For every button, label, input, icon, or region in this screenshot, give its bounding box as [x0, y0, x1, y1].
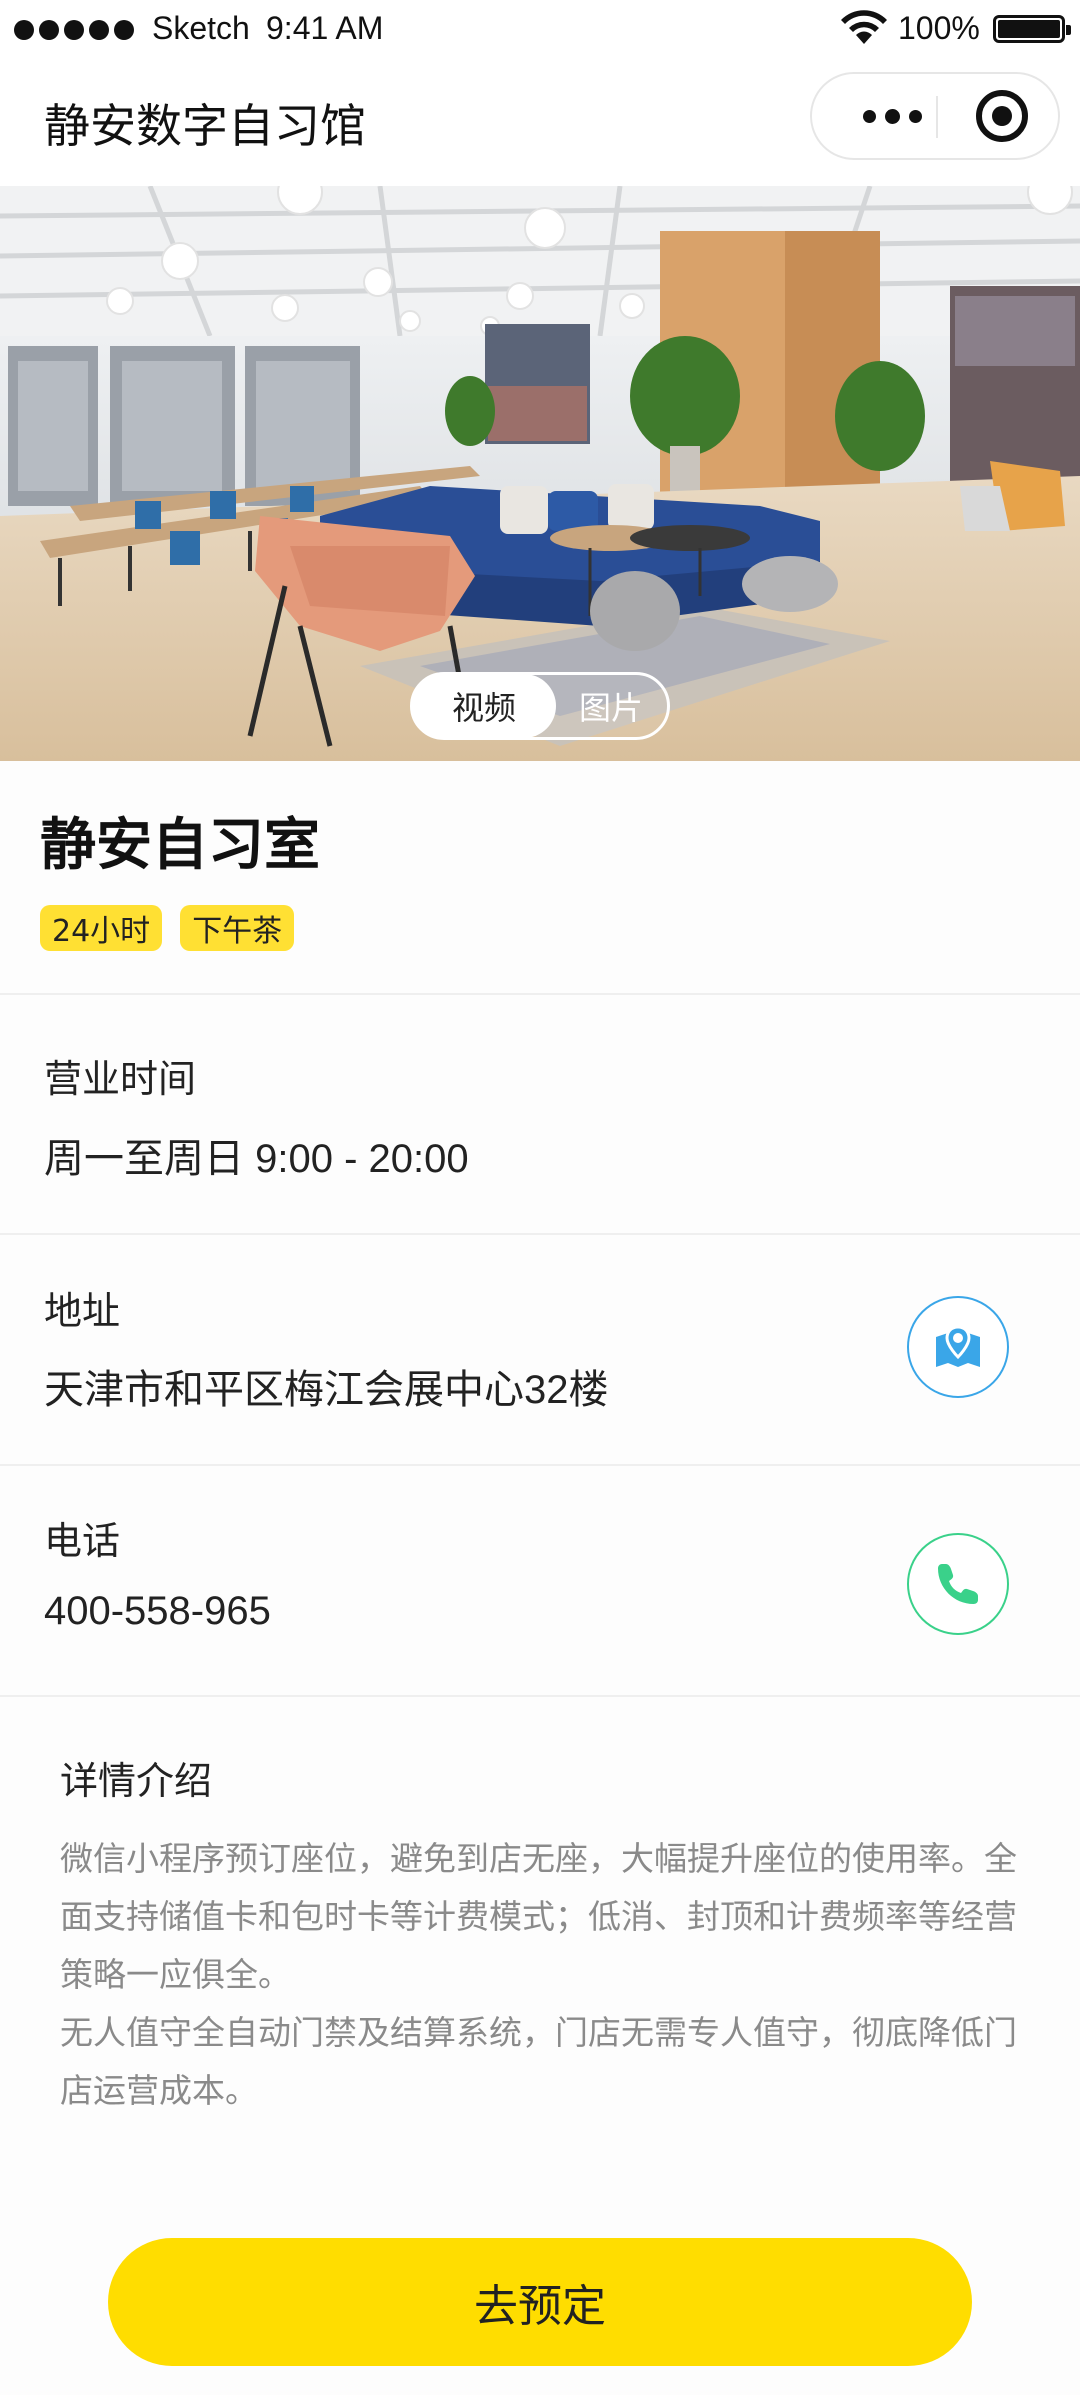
target-icon[interactable] [976, 90, 1028, 142]
phone-label: 电话 [44, 1519, 121, 1563]
hours-label: 营业时间 [44, 1057, 197, 1101]
carrier-label: Sketch [152, 10, 250, 46]
nav-bar: 静安数字自习馆 [0, 58, 1080, 186]
more-icon[interactable] [842, 74, 942, 158]
wifi-icon [841, 10, 887, 44]
media-toggle: 视频 图片 [410, 672, 670, 740]
map-icon [936, 1325, 980, 1367]
tag-list: 24小时 下午茶 [40, 905, 295, 951]
detail-title: 详情介绍 [60, 1759, 213, 1803]
page-title: 静安数字自习馆 [44, 99, 366, 153]
battery-icon [993, 15, 1071, 43]
miniprogram-capsule [810, 72, 1060, 160]
detail-paragraph: 无人值守全自动门禁及结算系统，门店无需专人值守，彻底降低门店运营成本。 [60, 2013, 1017, 2110]
capsule-divider [936, 96, 938, 138]
hours-value: 周一至周日 9:00 - 20:00 [44, 1137, 469, 1181]
book-button[interactable]: 去预定 [108, 2238, 972, 2366]
address-value: 天津市和平区梅江会展中心32楼 [44, 1368, 609, 1412]
signal-icon [14, 20, 134, 40]
status-bar: Sketch 9:41 AM 100% [0, 0, 1080, 58]
phone-icon [938, 1564, 978, 1604]
battery-percent: 100% [898, 10, 980, 46]
tag-afternoon-tea: 下午茶 [180, 905, 295, 951]
divider [0, 1233, 1080, 1235]
tab-photo[interactable]: 图片 [553, 675, 669, 737]
address-label: 地址 [44, 1289, 121, 1333]
call-button[interactable] [907, 1533, 1009, 1635]
tab-video[interactable]: 视频 [412, 674, 556, 738]
divider [0, 1464, 1080, 1466]
hero-image: 视频 图片 [0, 186, 1080, 761]
map-button[interactable] [907, 1296, 1009, 1398]
detail-text: 微信小程序预订座位，避免到店无座，大幅提升座位的使用率。全面支持储值卡和包时卡等… [60, 1830, 1020, 2120]
status-time: 9:41 AM [266, 10, 384, 46]
store-name: 静安自习室 [40, 813, 320, 878]
detail-paragraph: 微信小程序预订座位，避免到店无座，大幅提升座位的使用率。全面支持储值卡和包时卡等… [60, 1839, 1017, 1994]
tag-24h: 24小时 [40, 905, 163, 951]
divider [0, 1695, 1080, 1697]
phone-value: 400-558-965 [44, 1589, 271, 1633]
divider [0, 993, 1080, 995]
